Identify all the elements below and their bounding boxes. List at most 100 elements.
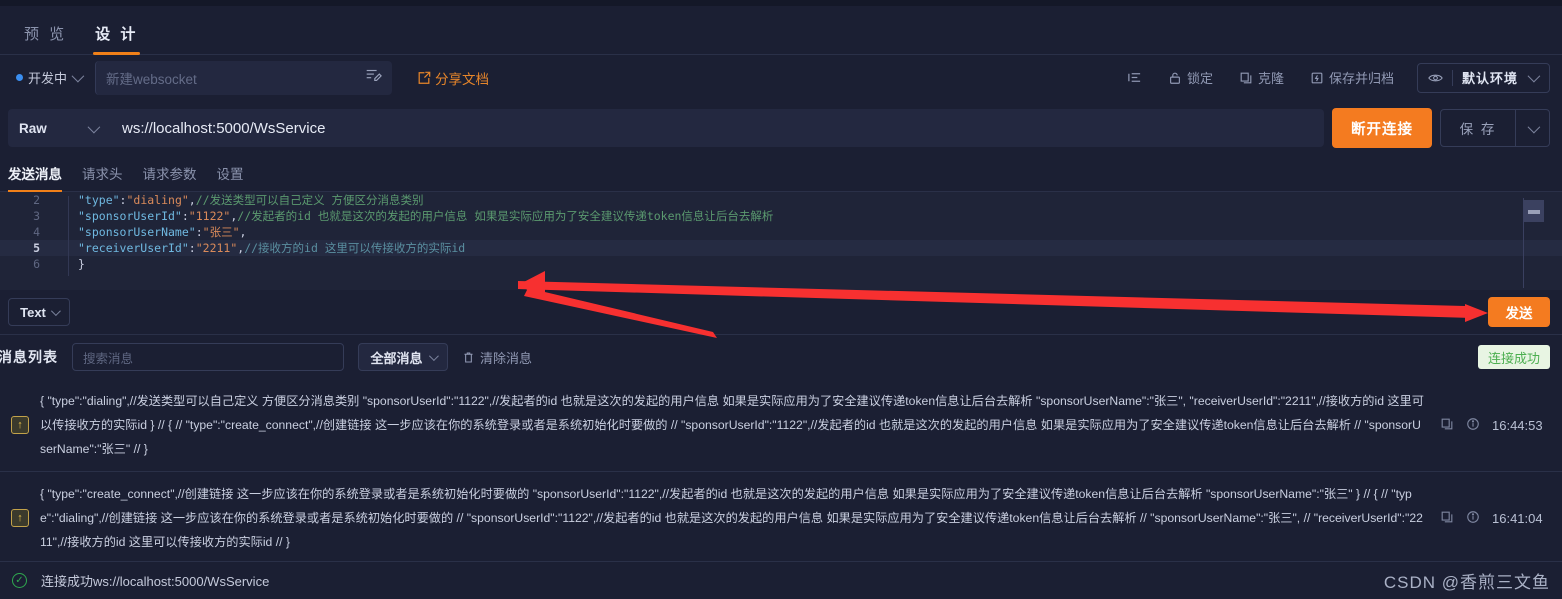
- line-number: 2: [33, 193, 40, 207]
- message-list-title: 消息列表: [0, 349, 58, 365]
- code-text: "sponsorUserId":"1122",//发起者的id 也就是这次的发起…: [78, 209, 774, 223]
- message-text: { "type":"dialing",//发送类型可以自己定义 方便区分消息类别…: [40, 394, 1424, 456]
- message-list-header: 消息列表 搜索消息 全部消息 清除消息 连接成功: [0, 335, 1562, 379]
- status-select[interactable]: 开发中: [6, 63, 91, 93]
- copy-icon: [1240, 72, 1252, 83]
- info-icon[interactable]: [1466, 417, 1480, 434]
- tab-settings[interactable]: 设置: [217, 163, 244, 191]
- lock-label: 锁定: [1186, 71, 1213, 86]
- code-line: 3 "sponsorUserId":"1122",//发起者的id 也就是这次的发…: [0, 208, 1562, 224]
- clear-messages-label: 清除消息: [480, 350, 533, 366]
- tab-send-message[interactable]: 发送消息: [8, 163, 62, 192]
- save-button[interactable]: 保 存: [1441, 110, 1515, 146]
- info-icon[interactable]: [1466, 510, 1480, 527]
- save-button-group: 保 存: [1440, 109, 1550, 147]
- status-label: 开发中: [28, 71, 68, 86]
- save-archive-label: 保存并归档: [1328, 71, 1394, 86]
- send-row: Text 发送: [0, 290, 1562, 335]
- url-text: ws://localhost:5000/WsService: [122, 119, 326, 137]
- protocol-select[interactable]: Raw: [8, 109, 108, 147]
- fold-rail: [68, 196, 69, 276]
- share-doc-button[interactable]: 分享文档: [417, 68, 489, 88]
- share-doc-label: 分享文档: [435, 71, 490, 87]
- chevron-down-icon: [87, 120, 101, 133]
- copy-icon[interactable]: [1440, 417, 1454, 434]
- toolbar-layout-button[interactable]: [1114, 63, 1155, 93]
- api-meta-row: 开发中 新建websocket 分享文档 锁定 克隆 保存并归档 默认环境: [0, 55, 1562, 100]
- connection-status-badge: 连接成功: [1477, 345, 1550, 369]
- message-format-select[interactable]: Text: [8, 298, 70, 326]
- message-direction-cell: ↑: [0, 389, 40, 461]
- arrow-up-icon: ↑: [11, 416, 29, 434]
- message-format-label: Text: [20, 304, 46, 320]
- chevron-down-icon: [428, 350, 439, 361]
- lock-icon: [1169, 72, 1180, 84]
- save-archive-button[interactable]: 保存并归档: [1297, 63, 1407, 93]
- message-code-editor[interactable]: 2 "type":"dialing",//发送类型可以自己定义 方便区分消息类别 3…: [0, 192, 1562, 290]
- tab-headers[interactable]: 请求头: [82, 163, 123, 191]
- status-dot-icon: [16, 74, 23, 81]
- line-number: 4: [33, 225, 40, 239]
- divider: [1451, 69, 1453, 86]
- disconnect-button[interactable]: 断开连接: [1332, 108, 1432, 148]
- editor-minimap-thumb[interactable]: [1528, 210, 1540, 214]
- send-button[interactable]: 发送: [1488, 297, 1550, 327]
- code-line: 6}: [0, 256, 1562, 272]
- archive-icon: [1311, 72, 1323, 83]
- code-text: "type":"dialing",//发送类型可以自己定义 方便区分消息类别: [78, 193, 424, 207]
- chevron-down-icon: [71, 69, 85, 83]
- primary-tabs: 预 览 设 计: [0, 6, 1562, 55]
- message-row: ↑ { "type":"create_connect",//创建链接 这一步应该在…: [0, 472, 1562, 565]
- list-icon: [1128, 73, 1141, 82]
- code-line: 4 "sponsorUserName":"张三",: [0, 224, 1562, 240]
- status-bar-text: 连接成功ws://localhost:5000/WsService: [41, 574, 270, 589]
- lock-button[interactable]: 锁定: [1155, 63, 1226, 93]
- message-meta: 16:41:04: [1440, 482, 1562, 554]
- message-list: ↑ { "type":"dialing",//发送类型可以自己定义 方便区分消息类…: [0, 379, 1562, 565]
- message-filter-select[interactable]: 全部消息: [358, 343, 448, 371]
- url-input[interactable]: ws://localhost:5000/WsService: [108, 109, 1324, 147]
- code-line: 5 "receiverUserId":"2211",//接收方的id 这里可以传接…: [0, 240, 1562, 256]
- clone-label: 克隆: [1257, 71, 1284, 86]
- line-number: 5: [33, 241, 40, 255]
- search-placeholder: 搜索消息: [83, 351, 134, 366]
- environment-select[interactable]: 默认环境: [1416, 62, 1550, 93]
- copy-icon[interactable]: [1440, 510, 1454, 527]
- line-number: 3: [33, 209, 40, 223]
- trash-icon: [464, 352, 473, 362]
- clear-messages-button[interactable]: 清除消息: [462, 348, 532, 367]
- message-text: { "type":"create_connect",//创建链接 这一步应该在你…: [40, 487, 1423, 549]
- edit-description-icon[interactable]: [364, 66, 382, 89]
- save-dropdown-button[interactable]: [1515, 110, 1549, 146]
- line-number: 6: [33, 257, 40, 271]
- toolbar-actions: 锁定 克隆 保存并归档: [1114, 63, 1407, 93]
- clone-button[interactable]: 克隆: [1226, 63, 1297, 93]
- message-filter-label: 全部消息: [370, 350, 423, 366]
- url-row: Raw ws://localhost:5000/WsService 断开连接 保…: [0, 100, 1562, 156]
- code-line: 2 "type":"dialing",//发送类型可以自己定义 方便区分消息类别: [0, 192, 1562, 208]
- api-name-placeholder: 新建websocket: [106, 71, 197, 87]
- message-row: ↑ { "type":"dialing",//发送类型可以自己定义 方便区分消息类…: [0, 379, 1562, 472]
- code-lines: 2 "type":"dialing",//发送类型可以自己定义 方便区分消息类别 3…: [0, 192, 1562, 272]
- search-input[interactable]: 搜索消息: [72, 343, 344, 371]
- tab-params[interactable]: 请求参数: [143, 163, 197, 191]
- protocol-label: Raw: [19, 120, 47, 136]
- eye-icon: [1428, 74, 1443, 81]
- request-sub-tabs: 发送消息 请求头 请求参数 设置: [0, 156, 1562, 192]
- watermark: CSDN @香煎三文鱼: [1383, 573, 1550, 592]
- api-name-field[interactable]: 新建websocket: [95, 60, 393, 95]
- tab-preview[interactable]: 预 览: [10, 23, 81, 54]
- chevron-down-icon: [1527, 120, 1541, 133]
- status-bar: ✓ 连接成功ws://localhost:5000/WsService CSDN…: [0, 561, 1562, 599]
- message-direction-cell: ↑: [0, 482, 40, 554]
- check-circle-icon: ✓: [12, 573, 27, 588]
- chevron-down-icon: [1527, 69, 1541, 83]
- share-icon: [418, 71, 431, 84]
- environment-name: 默认环境: [1461, 71, 1518, 86]
- chevron-down-icon: [50, 305, 61, 316]
- tab-design[interactable]: 设 计: [81, 23, 152, 55]
- arrow-up-icon: ↑: [11, 509, 29, 527]
- code-text: }: [78, 257, 85, 271]
- message-timestamp: 16:41:04: [1492, 510, 1543, 526]
- code-text: "receiverUserId":"2211",//接收方的id 这里可以传接收…: [78, 241, 466, 255]
